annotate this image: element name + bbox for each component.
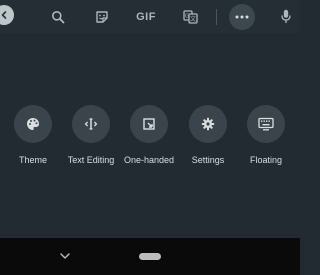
option-label: Settings: [191, 155, 225, 165]
sticker-icon[interactable]: [92, 0, 112, 33]
palette-icon: [14, 105, 52, 143]
search-icon[interactable]: [48, 0, 68, 33]
options-row: Theme Text Editing One-handed Settings F…: [0, 105, 300, 175]
option-label: One-handed: [123, 155, 175, 165]
text-cursor-icon: [72, 105, 110, 143]
toolbar-divider: [216, 9, 217, 25]
more-button[interactable]: [229, 0, 255, 33]
translate-icon[interactable]: 文 G: [180, 0, 200, 33]
keyboard-toolbar: GIF 文 G: [0, 0, 300, 33]
one-handed-icon: [130, 105, 168, 143]
option-one-handed[interactable]: One-handed: [117, 105, 181, 165]
option-label: Theme: [18, 155, 47, 165]
floating-keyboard-icon: [247, 105, 285, 143]
keyboard-options-panel: GIF 文 G Theme Text Editing One-handed Se…: [0, 0, 300, 275]
microphone-icon[interactable]: [278, 0, 294, 33]
svg-text:文: 文: [189, 15, 195, 23]
more-horizontal-icon: [229, 3, 255, 30]
option-label: Text Editing: [67, 155, 115, 165]
gif-label: GIF: [136, 10, 156, 23]
option-label: Floating: [249, 155, 283, 165]
option-theme[interactable]: Theme: [1, 105, 65, 165]
navigation-bar: [0, 238, 300, 275]
home-pill-icon[interactable]: [139, 253, 161, 260]
gear-icon: [189, 105, 227, 143]
option-settings[interactable]: Settings: [176, 105, 240, 165]
svg-text:G: G: [184, 13, 188, 19]
chevron-left-icon[interactable]: [0, 5, 14, 25]
option-text-editing[interactable]: Text Editing: [59, 105, 123, 165]
gif-button[interactable]: GIF: [131, 0, 161, 33]
option-floating[interactable]: Floating: [234, 105, 298, 165]
chevron-down-icon[interactable]: [58, 251, 72, 261]
